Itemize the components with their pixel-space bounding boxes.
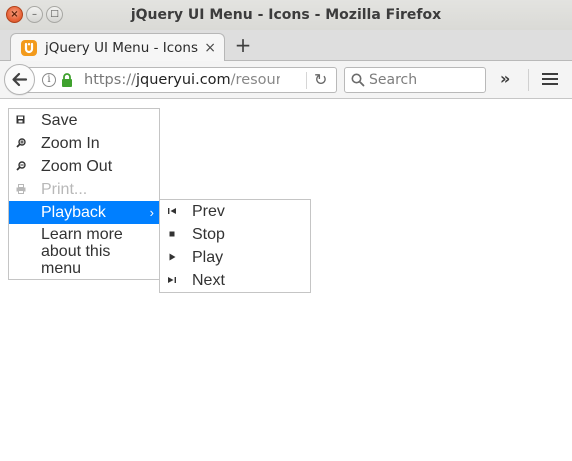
- url-path: /resources: [230, 72, 280, 88]
- submenu-item-label: Play: [192, 249, 224, 266]
- submenu-item-prev[interactable]: Prev: [160, 200, 310, 223]
- search-input[interactable]: [367, 69, 481, 91]
- info-icon[interactable]: i: [42, 73, 56, 87]
- menu-item-label: Learn more about this menu: [41, 226, 123, 277]
- menu-item-print: Print...: [9, 178, 159, 201]
- submenu-caret-icon: ›: [149, 205, 154, 220]
- submenu-item-stop[interactable]: Stop: [160, 223, 310, 246]
- menu-item-label: Save: [41, 112, 78, 129]
- submenu-item-label: Next: [192, 272, 225, 289]
- menu-item-zoom-in[interactable]: Zoom In: [9, 132, 159, 155]
- url-bar-divider: [306, 72, 307, 89]
- back-button[interactable]: [4, 64, 35, 95]
- new-tab-button[interactable]: +: [233, 30, 253, 60]
- submenu-item-next[interactable]: Next: [160, 269, 310, 292]
- hamburger-menu-icon[interactable]: [542, 73, 558, 87]
- navigation-toolbar: i https://jqueryui.com/resources ↻ »: [0, 61, 572, 99]
- window-title: jQuery UI Menu - Icons - Mozilla Firefox: [130, 7, 442, 23]
- search-bar[interactable]: [344, 67, 486, 93]
- url-scheme: https://: [84, 72, 136, 88]
- menu-item-label: Print...: [41, 181, 88, 198]
- stop-icon: [169, 231, 175, 237]
- tab-title: jQuery UI Menu - Icons: [45, 40, 198, 56]
- zoom-out-icon: [16, 161, 26, 171]
- zoom-in-icon: [16, 138, 26, 148]
- menu-item-save[interactable]: Save: [9, 109, 159, 132]
- tab-jquery-ui-menu-icons[interactable]: jQuery UI Menu - Icons ×: [10, 33, 225, 62]
- toolbar-divider: [528, 69, 529, 91]
- overflow-chevron-icon[interactable]: »: [500, 69, 510, 89]
- window-titlebar: × – □ jQuery UI Menu - Icons - Mozilla F…: [0, 0, 572, 30]
- lock-icon: [62, 73, 72, 87]
- url-text[interactable]: https://jqueryui.com/resources: [84, 68, 280, 93]
- menu-item-label: Zoom In: [41, 135, 100, 152]
- jquery-ui-icon: [21, 40, 37, 56]
- playback-submenu: Prev Stop Play Next: [159, 199, 311, 293]
- disk-icon: [16, 115, 25, 124]
- reload-icon[interactable]: ↻: [314, 70, 327, 90]
- menu-item-zoom-out[interactable]: Zoom Out: [9, 155, 159, 178]
- back-arrow-icon: [12, 72, 28, 87]
- seek-start-icon: [168, 208, 176, 214]
- url-host: jqueryui.com: [135, 72, 231, 88]
- tab-close-icon[interactable]: ×: [204, 34, 216, 62]
- play-icon: [169, 253, 176, 261]
- tab-strip: jQuery UI Menu - Icons ×: [0, 30, 572, 62]
- menu-item-playback[interactable]: Playback ›: [9, 201, 159, 224]
- menu-item-learn-more[interactable]: Learn more about this menu: [9, 225, 159, 281]
- print-icon: [16, 184, 26, 194]
- search-icon: [351, 73, 365, 87]
- menu-item-label: Zoom Out: [41, 158, 113, 175]
- submenu-item-label: Prev: [192, 203, 225, 220]
- icons-menu: Save Zoom In Zoom Out Print... Playback …: [8, 108, 160, 280]
- url-bar[interactable]: i https://jqueryui.com/resources ↻: [24, 67, 337, 93]
- seek-end-icon: [168, 277, 176, 283]
- menu-item-label: Playback: [41, 204, 106, 221]
- submenu-item-label: Stop: [192, 226, 225, 243]
- submenu-item-play[interactable]: Play: [160, 246, 310, 269]
